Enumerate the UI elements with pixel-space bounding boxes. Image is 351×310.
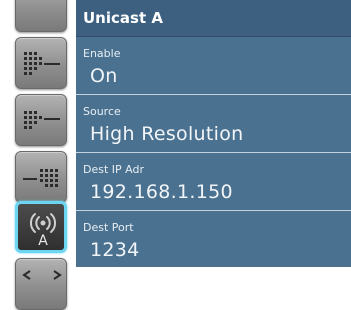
signal-bars-left-icon: [23, 169, 58, 187]
antenna-a-icon: A: [29, 213, 57, 249]
enable-value[interactable]: On: [90, 65, 118, 87]
signal-bars-icon: [24, 52, 60, 75]
arrows-icon: [22, 270, 62, 280]
sidebar-button-bars-right[interactable]: [15, 94, 67, 146]
signal-bars-right-icon: [24, 111, 60, 129]
dest-ip-field[interactable]: Dest IP Adr 192.168.1.150: [76, 154, 351, 211]
dest-ip-value[interactable]: 192.168.1.150: [90, 181, 233, 203]
sidebar-button-bars-full[interactable]: [15, 37, 67, 89]
panel-title: Unicast A: [76, 0, 351, 37]
dest-port-label: Dest Port: [83, 221, 134, 234]
sidebar-button-antenna[interactable]: A: [15, 201, 67, 253]
sidebar-button-bottom[interactable]: [15, 258, 67, 310]
sidebar-button-top[interactable]: [15, 0, 67, 32]
source-value[interactable]: High Resolution: [90, 123, 244, 145]
enable-label: Enable: [83, 47, 121, 60]
sidebar: A: [0, 0, 76, 310]
source-label: Source: [83, 105, 121, 118]
settings-panel: Unicast A Enable On Source High Resoluti…: [76, 0, 351, 267]
dest-port-value[interactable]: 1234: [90, 239, 140, 261]
sidebar-button-bars-left[interactable]: [15, 151, 67, 203]
dest-ip-label: Dest IP Adr: [83, 163, 144, 176]
source-field[interactable]: Source High Resolution: [76, 96, 351, 153]
enable-field[interactable]: Enable On: [76, 38, 351, 95]
antenna-letter: A: [38, 233, 48, 249]
dest-port-field[interactable]: Dest Port 1234: [76, 212, 351, 269]
